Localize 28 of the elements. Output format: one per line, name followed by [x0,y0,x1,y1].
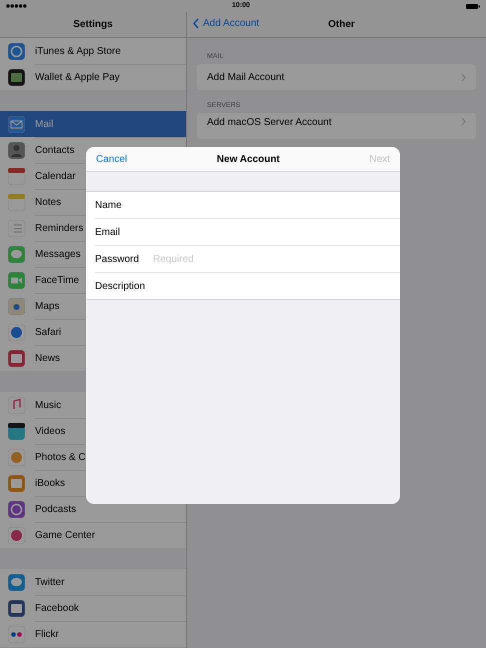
item-label: Notes [35,196,62,208]
field-label: Password [95,254,140,264]
item-label: Maps [35,300,60,312]
item-label: Twitter [35,576,64,588]
item-label: iTunes & App Store [35,46,121,56]
sidebar-title: Settings [73,19,113,30]
field-label: Description [95,280,146,292]
item-label: News [35,352,60,364]
item-label: Facebook [35,602,79,614]
item-label: Videos [35,426,66,436]
dialog-title: New Account [216,154,280,164]
item-label: Mail [35,118,54,130]
item-label: Podcasts [35,504,76,514]
item-label: FaceTime [35,274,80,286]
item-label: Messages [35,248,81,260]
item-label: Music [35,400,62,410]
detail-title: Other [328,19,355,30]
field-label: Email [95,226,122,238]
item-label: Photos & C [35,452,86,462]
field-label: Name [95,200,123,210]
item-label: Wallet & Apple Pay [35,72,120,82]
item-label: Safari [35,326,62,338]
item-label: Reminders [35,222,84,234]
item-label: Contacts [35,144,74,156]
item-label: iBooks [35,478,66,488]
item-label: Flickr [35,628,59,640]
item-label: Game Center [35,530,96,540]
item-label: Calendar [35,170,76,182]
